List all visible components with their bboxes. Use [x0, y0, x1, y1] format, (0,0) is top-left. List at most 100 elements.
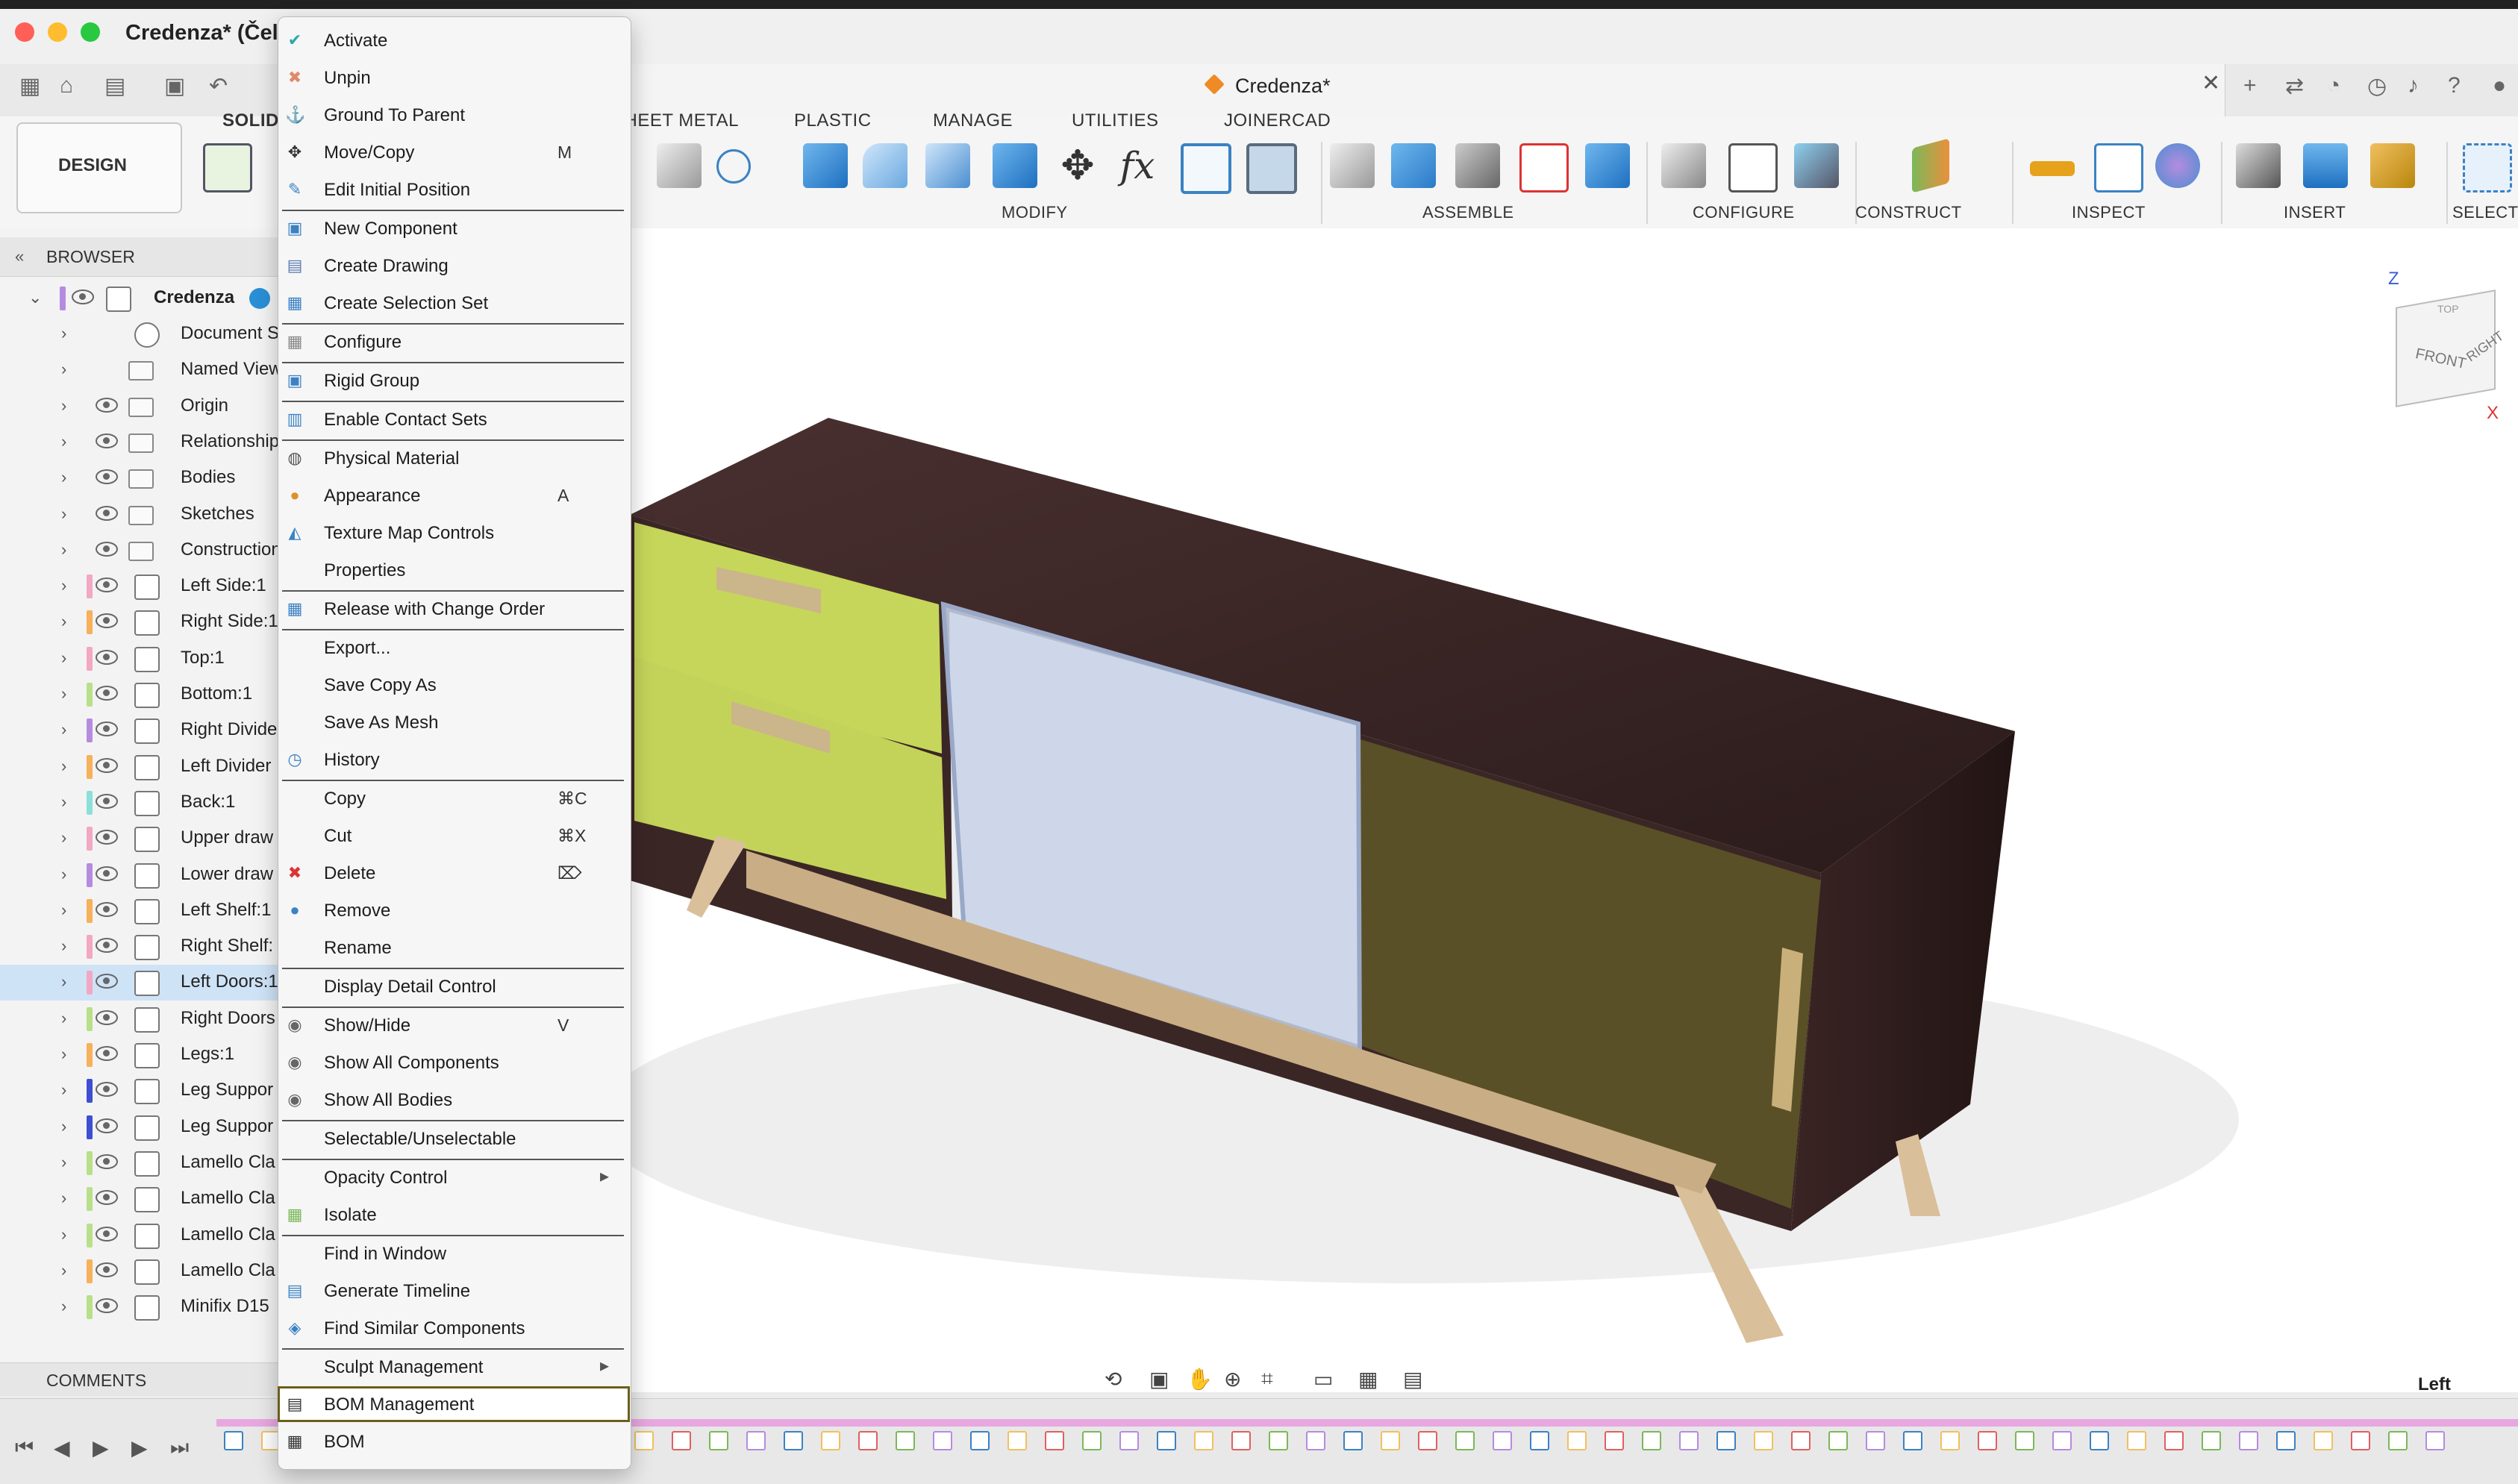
- menu-item-enable-contact-sets[interactable]: ▥ Enable Contact Sets: [278, 401, 630, 437]
- help-icon[interactable]: ?: [2448, 73, 2461, 98]
- eye-icon[interactable]: [96, 1082, 118, 1098]
- timeline-start-icon[interactable]: ⏮: [15, 1436, 34, 1460]
- close-tab-icon[interactable]: ✕: [2202, 70, 2220, 96]
- chevron-right-icon[interactable]: ›: [61, 576, 66, 595]
- eye-icon[interactable]: [96, 1226, 118, 1242]
- eye-icon[interactable]: [96, 505, 118, 521]
- menu-item-show-hide[interactable]: ◉ Show/Hide V: [278, 1007, 630, 1043]
- timeline-feature-icon[interactable]: [672, 1431, 691, 1450]
- timeline-feature-icon[interactable]: [1679, 1431, 1699, 1450]
- eye-icon[interactable]: [96, 901, 118, 917]
- tree-item[interactable]: › Right Side:1: [0, 604, 278, 640]
- timeline-feature-icon[interactable]: [933, 1431, 952, 1450]
- tree-item[interactable]: › Lamello Cla: [0, 1181, 278, 1217]
- timeline-feature-icon[interactable]: [1381, 1431, 1400, 1450]
- timeline-feature-icon[interactable]: [1306, 1431, 1325, 1450]
- tree-root[interactable]: ⌄ Credenza: [0, 281, 278, 316]
- tab-manage[interactable]: MANAGE: [933, 110, 1013, 131]
- timeline-feature-icon[interactable]: [1194, 1431, 1213, 1450]
- timeline-play-icon[interactable]: ▶: [93, 1436, 109, 1460]
- timeline-feature-icon[interactable]: [1978, 1431, 1997, 1450]
- group-assemble[interactable]: ASSEMBLE: [1422, 203, 1514, 222]
- chevron-right-icon[interactable]: ›: [61, 792, 66, 812]
- tree-item[interactable]: › Named Views: [0, 352, 291, 388]
- tree-item[interactable]: › Right Shelf:: [0, 929, 278, 965]
- tree-item[interactable]: › Origin: [0, 389, 278, 425]
- eye-icon[interactable]: [96, 721, 118, 737]
- offline-icon[interactable]: ⇄: [2285, 73, 2304, 99]
- tree-item[interactable]: › Top:1: [0, 641, 278, 677]
- group-modify[interactable]: MODIFY: [1002, 203, 1068, 222]
- menu-item-isolate[interactable]: ▦ Isolate: [278, 1197, 630, 1233]
- menu-item-show-all-components[interactable]: ◉ Show All Components: [278, 1045, 630, 1080]
- activate-radio-icon[interactable]: [249, 288, 270, 309]
- timeline-feature-icon[interactable]: [970, 1431, 990, 1450]
- fit-window-icon[interactable]: ⌗: [1261, 1367, 1273, 1391]
- canvas-image-icon[interactable]: [2303, 143, 2348, 188]
- chevron-right-icon[interactable]: ›: [61, 1045, 66, 1064]
- tree-item[interactable]: › Right Doors: [0, 1001, 278, 1037]
- view-cube-top[interactable]: TOP: [2437, 303, 2459, 315]
- menu-item-generate-timeline[interactable]: ▤ Generate Timeline: [278, 1273, 630, 1309]
- menu-item-new-component[interactable]: ▣ New Component: [278, 210, 630, 246]
- eye-icon[interactable]: [96, 1153, 118, 1169]
- home-icon[interactable]: ⌂: [60, 73, 73, 98]
- tree-item[interactable]: › Upper draw: [0, 821, 278, 857]
- eye-icon[interactable]: [96, 1009, 118, 1025]
- view-cube[interactable]: FRONT RIGHT TOP Z X: [2388, 269, 2506, 423]
- data-panel-grid-icon[interactable]: ▦: [19, 73, 40, 99]
- timeline-feature-icon[interactable]: [821, 1431, 840, 1450]
- as-built-joint-icon[interactable]: [1455, 143, 1500, 188]
- eye-icon[interactable]: [96, 649, 118, 665]
- menu-item-ground-to-parent[interactable]: ⚓ Ground To Parent: [278, 97, 630, 133]
- tree-item[interactable]: › Lamello Cla: [0, 1253, 278, 1289]
- timeline-feature-icon[interactable]: [2164, 1431, 2184, 1450]
- eye-icon[interactable]: [96, 686, 118, 701]
- timeline-feature-icon[interactable]: [2388, 1431, 2408, 1450]
- chevron-right-icon[interactable]: ›: [61, 396, 66, 416]
- interference-icon[interactable]: [2094, 143, 2143, 192]
- timeline-feature-icon[interactable]: [709, 1431, 728, 1450]
- timeline-prev-icon[interactable]: ◀: [54, 1436, 70, 1460]
- menu-item-display-detail-control[interactable]: Display Detail Control: [278, 968, 630, 1004]
- tree-item[interactable]: › Lamello Cla: [0, 1145, 278, 1181]
- tree-item[interactable]: › Construction: [0, 533, 281, 569]
- timeline-feature-icon[interactable]: [1605, 1431, 1624, 1450]
- chevron-right-icon[interactable]: ›: [61, 936, 66, 956]
- chevron-right-icon[interactable]: ›: [61, 828, 66, 848]
- menu-item-rename[interactable]: Rename: [278, 930, 630, 965]
- eye-icon[interactable]: [96, 577, 118, 593]
- timeline-feature-icon[interactable]: [2351, 1431, 2370, 1450]
- menu-item-activate[interactable]: ✔ Activate: [278, 22, 630, 58]
- timeline-feature-icon[interactable]: [746, 1431, 766, 1450]
- tab-plastic[interactable]: PLASTIC: [794, 110, 872, 131]
- chevron-right-icon[interactable]: ›: [61, 865, 66, 884]
- chevron-right-icon[interactable]: ›: [61, 1225, 66, 1245]
- eye-icon[interactable]: [96, 1298, 118, 1314]
- timeline-end-icon[interactable]: ⏭: [170, 1436, 189, 1460]
- parameters-fx-icon[interactable]: fx: [1115, 143, 1160, 188]
- workspace-switcher-button[interactable]: DESIGN: [16, 122, 182, 213]
- chevron-right-icon[interactable]: ›: [61, 612, 66, 631]
- timeline-feature-icon[interactable]: [1716, 1431, 1736, 1450]
- tree-item[interactable]: › Document Settin: [0, 316, 313, 352]
- eye-icon[interactable]: [96, 1190, 118, 1206]
- comments-panel[interactable]: COMMENTS: [0, 1362, 278, 1396]
- eye-icon[interactable]: [96, 1118, 118, 1133]
- menu-item-show-all-bodies[interactable]: ◉ Show All Bodies: [278, 1082, 630, 1118]
- group-insert[interactable]: INSERT: [2284, 203, 2346, 222]
- eye-icon[interactable]: [96, 793, 118, 809]
- timeline-feature-icon[interactable]: [896, 1431, 915, 1450]
- timeline-feature-icon[interactable]: [1530, 1431, 1549, 1450]
- tree-item[interactable]: › Back:1: [0, 785, 278, 821]
- orbit-icon[interactable]: ⟲: [1105, 1367, 1122, 1391]
- timeline-feature-icon[interactable]: [2425, 1431, 2445, 1450]
- tree-item[interactable]: › Left Side:1: [0, 569, 278, 604]
- group-configure[interactable]: CONFIGURE: [1693, 203, 1795, 222]
- chevron-right-icon[interactable]: ›: [61, 1189, 66, 1208]
- move-copy-tool-icon[interactable]: ✥: [1055, 143, 1100, 188]
- tree-item[interactable]: › Left Divider: [0, 749, 278, 785]
- minimize-window-button[interactable]: [48, 22, 67, 42]
- chevron-right-icon[interactable]: ›: [61, 648, 66, 668]
- notifications-bell-icon[interactable]: ♪: [2408, 73, 2419, 98]
